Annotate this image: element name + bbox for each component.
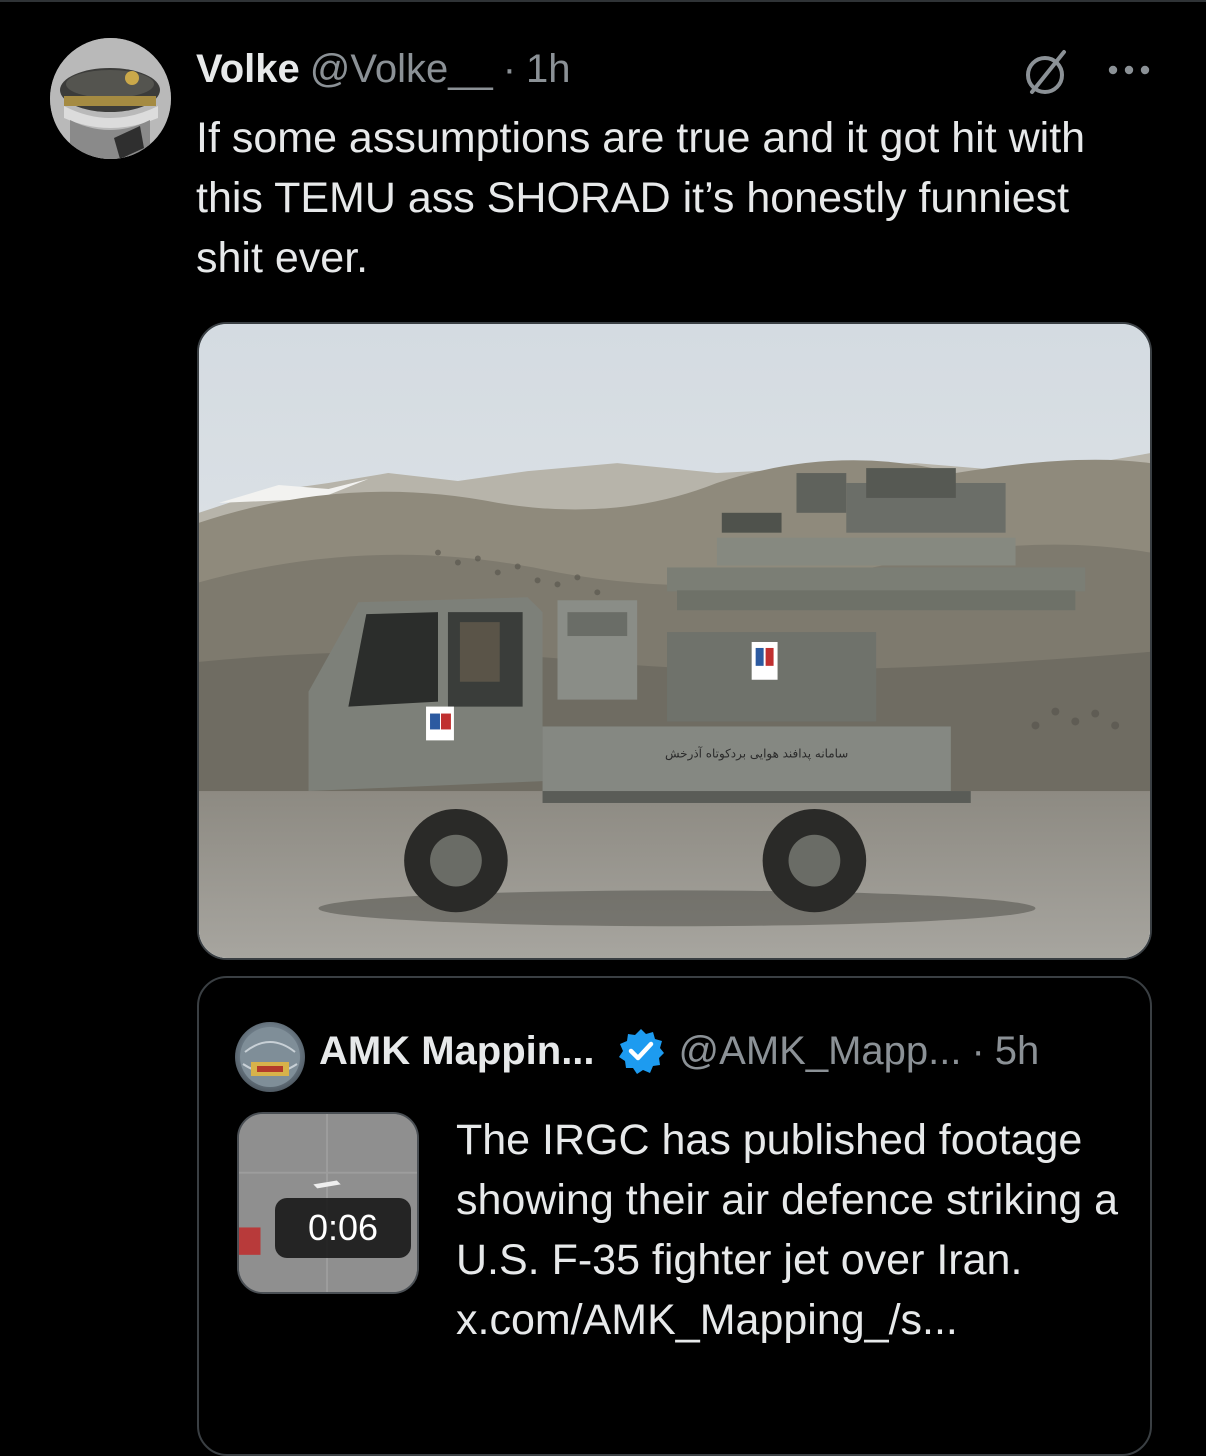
separator-dot: · (502, 46, 517, 91)
grok-slash-circle-icon[interactable] (1018, 44, 1074, 100)
video-thumbnail[interactable]: 0:06 (237, 1112, 419, 1294)
post-time[interactable]: 1h (526, 47, 571, 92)
quoted-post-card[interactable]: AMK Mappin... @AMK_Mapp... · 5h 0:06 The… (197, 976, 1152, 1456)
avatar-military-cap-image (50, 38, 171, 159)
video-duration-badge: 0:06 (275, 1198, 411, 1258)
post-text: If some assumptions are true and it got … (196, 114, 1086, 282)
quoted-post-text: The IRGC has published footage showing t… (456, 1116, 1119, 1284)
quoted-author-avatar[interactable] (235, 1022, 305, 1092)
quoted-post-text-block: The IRGC has published footage showing t… (456, 1110, 1136, 1350)
quoted-post-link[interactable]: x.com/AMK_Mapping_/s... (456, 1290, 1136, 1350)
author-handle[interactable]: @Volke__ (310, 47, 493, 92)
quoted-post-header: AMK Mappin... @AMK_Mapp... · 5h (319, 1022, 1039, 1080)
author-name[interactable]: Volke (196, 47, 300, 92)
verified-badge-icon[interactable] (617, 1027, 665, 1075)
author-avatar[interactable] (50, 38, 171, 159)
separator-dot: · (971, 1028, 985, 1073)
post-header: Volke @Volke__ · 1h (196, 44, 571, 94)
more-dots-icon[interactable] (1104, 52, 1154, 88)
post-media-photo[interactable]: سامانه پدافند هوایی بردکوتاه آذرخش (197, 322, 1152, 960)
truck-inscription: سامانه پدافند هوایی بردکوتاه آذرخش (665, 745, 848, 761)
quoted-author-handle[interactable]: @AMK_Mapp... (679, 1029, 962, 1074)
quoted-post-time[interactable]: 5h (995, 1029, 1040, 1074)
top-divider (0, 0, 1206, 2)
quoted-author-name[interactable]: AMK Mappin... (319, 1029, 595, 1074)
air-defence-truck-image: سامانه پدافند هوایی بردکوتاه آذرخش (199, 324, 1150, 958)
globe-logo-icon (240, 1027, 300, 1087)
